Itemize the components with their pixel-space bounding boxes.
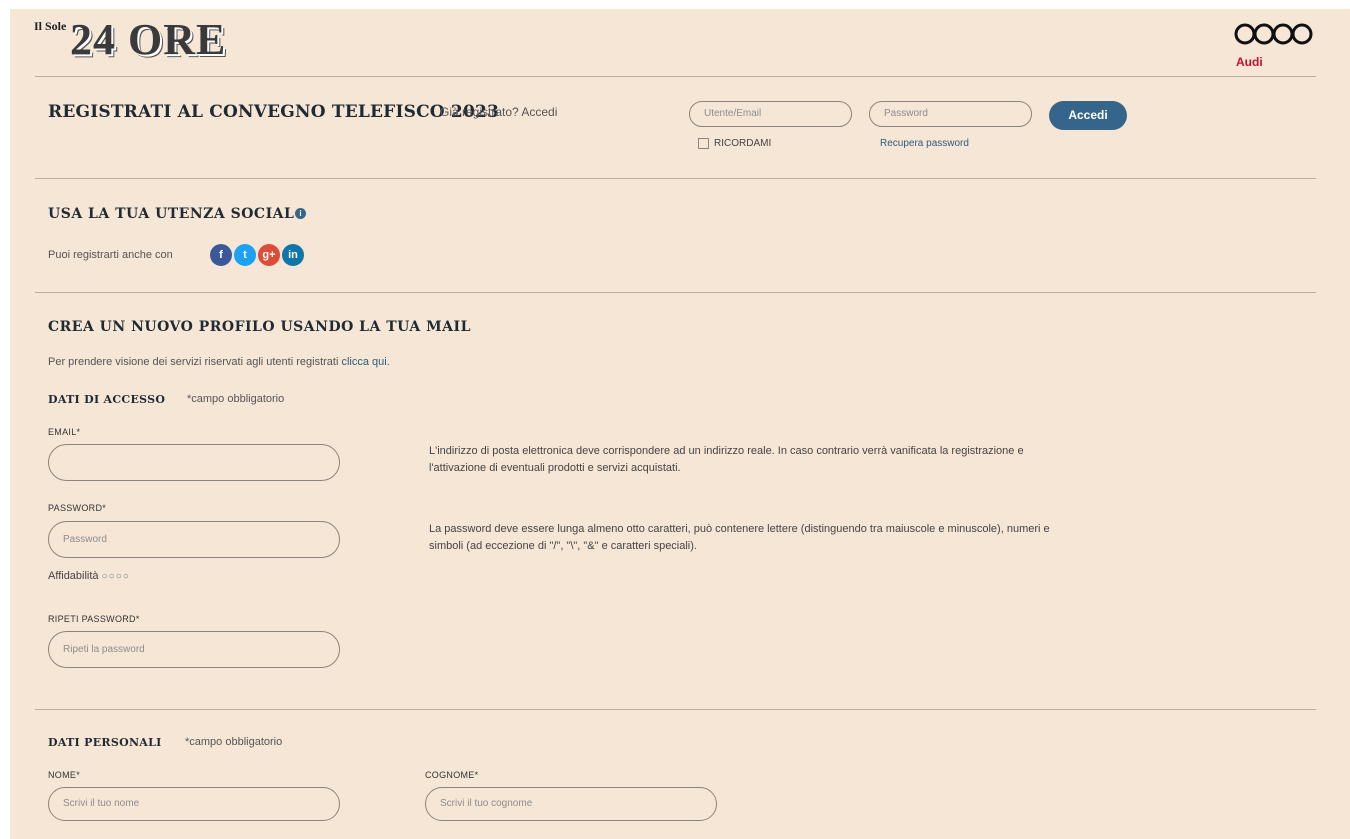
repeat-password-label: RIPETI PASSWORD*: [48, 614, 140, 624]
divider: [35, 76, 1316, 77]
page-title: REGISTRATI AL CONVEGNO TELEFISCO 2023: [48, 102, 500, 122]
email-help: L'indirizzo di posta elettronica deve co…: [429, 445, 1024, 474]
registration-page: Il Sole 24 ORE Audi REGISTRATI AL CONVEG…: [10, 9, 1350, 839]
access-section-title: DATI DI ACCESSO: [48, 393, 166, 406]
surname-field[interactable]: Scrivi il tuo cognome: [425, 787, 717, 821]
intro-link[interactable]: clicca qui.: [341, 356, 389, 368]
linkedin-icon[interactable]: in: [282, 244, 304, 266]
google-plus-icon[interactable]: g+: [258, 244, 280, 266]
strength-dot-icon: ○: [108, 571, 116, 582]
password-label: PASSWORD*: [48, 503, 107, 513]
personal-section-title: DATI PERSONALI: [48, 736, 162, 749]
remember-label[interactable]: RICORDAMI: [714, 138, 771, 149]
login-user-input[interactable]: Utente/Email: [689, 101, 852, 127]
twitter-icon[interactable]: t: [234, 244, 256, 266]
divider: [35, 709, 1316, 710]
login-password-input[interactable]: Password: [869, 101, 1032, 127]
intro-text: Per prendere visione dei servizi riserva…: [48, 356, 339, 368]
strength-dot-icon: ○: [101, 571, 109, 582]
divider: [35, 292, 1316, 293]
email-field[interactable]: [48, 444, 340, 481]
social-section-title: USA LA TUA UTENZA SOCIAL: [48, 206, 295, 222]
login-button[interactable]: Accedi: [1049, 101, 1127, 130]
strength-dot-icon: ○: [115, 571, 123, 582]
email-label: EMAIL*: [48, 427, 81, 437]
password-strength: Affidabilità ○○○○: [48, 570, 130, 582]
required-note: *campo obbligatorio: [187, 393, 285, 405]
brand-logo-small: Il Sole: [34, 19, 67, 33]
recover-password-link[interactable]: Recupera password: [880, 138, 969, 149]
social-text: Puoi registrarti anche con: [48, 249, 173, 261]
already-registered-link[interactable]: Già registrato? Accedi: [440, 105, 557, 119]
new-profile-title: CREA UN NUOVO PROFILO USANDO LA TUA MAIL: [48, 319, 471, 335]
required-note: *campo obbligatorio: [185, 736, 283, 748]
name-label: NOME*: [48, 770, 81, 780]
facebook-icon[interactable]: f: [210, 244, 232, 266]
strength-meter: ○○○○: [102, 571, 130, 582]
info-icon[interactable]: i: [295, 208, 306, 219]
divider: [35, 178, 1316, 179]
surname-label: COGNOME*: [425, 770, 479, 780]
password-help: La password deve essere lunga almeno ott…: [429, 523, 1050, 552]
brand-logo: 24 ORE: [70, 15, 227, 64]
sponsor-label: Audi: [1236, 55, 1263, 69]
strength-dot-icon: ○: [122, 571, 130, 582]
remember-checkbox[interactable]: [698, 138, 709, 149]
name-field[interactable]: Scrivi il tuo nome: [48, 787, 340, 821]
repeat-password-field[interactable]: Ripeti la password: [48, 631, 340, 668]
new-profile-intro: Per prendere visione dei servizi riserva…: [48, 356, 390, 368]
strength-label: Affidabilità: [48, 570, 99, 582]
audi-rings-icon: [1234, 23, 1313, 45]
password-field[interactable]: Password: [48, 521, 340, 558]
